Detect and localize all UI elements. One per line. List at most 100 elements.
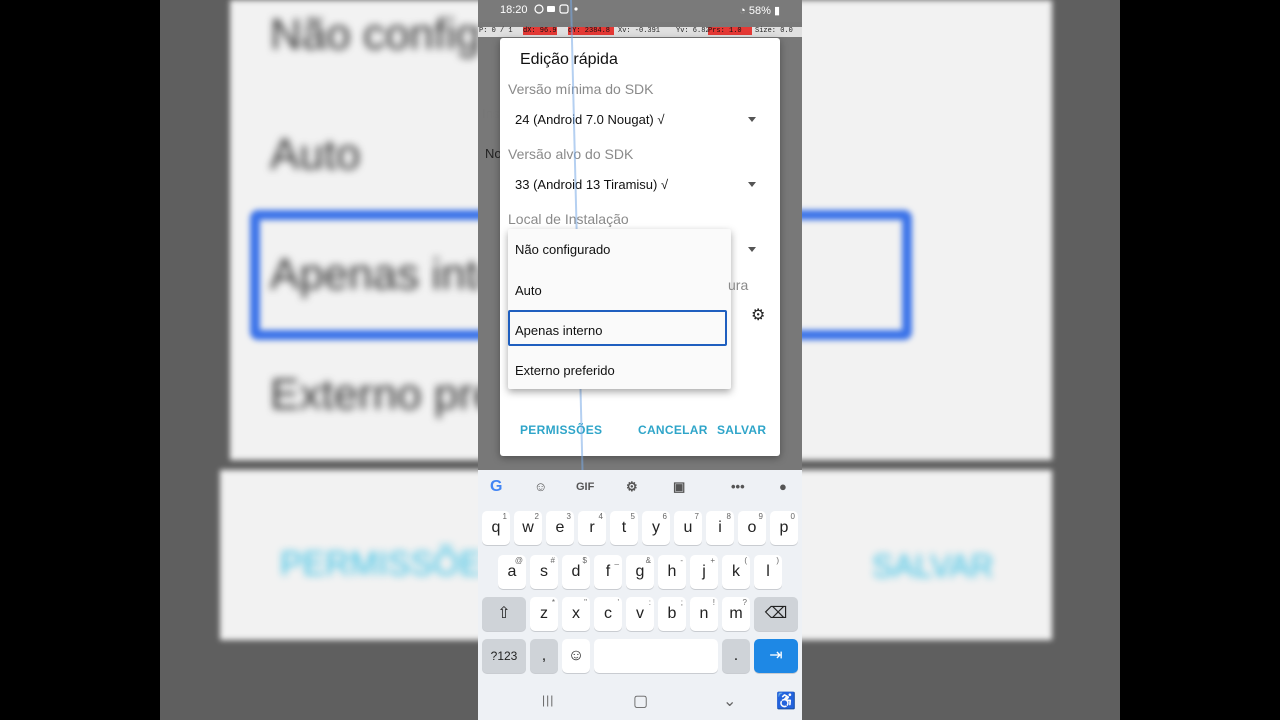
gif-button[interactable]: GIF: [576, 481, 594, 493]
key-i[interactable]: i8: [706, 511, 734, 545]
sticker-icon[interactable]: ☺: [534, 479, 547, 494]
chevron-down-icon[interactable]: [748, 247, 756, 252]
status-bar: 18:20 ◔ 58% ▮: [478, 0, 802, 22]
key-k[interactable]: k(: [722, 555, 750, 589]
key-f[interactable]: f _: [594, 555, 622, 589]
dropdown-option-selected[interactable]: Apenas interno: [515, 323, 602, 338]
key-z[interactable]: z *: [530, 597, 558, 631]
key-label: ,: [541, 647, 547, 664]
pointer-debug-overlay: P: 0 / 1 dX: 96.9 dY: 2384.8 Xv: -0.391 …: [478, 27, 802, 37]
key-t[interactable]: t5: [610, 511, 638, 545]
navigation-bar: ||| ▢ ⌄ ♿: [478, 684, 802, 720]
debug-p: P: 0 / 1: [479, 27, 513, 35]
recents-icon[interactable]: |||: [542, 693, 554, 707]
key-p[interactable]: p0: [770, 511, 798, 545]
key-hint: 2: [534, 512, 539, 521]
key-w[interactable]: w2: [514, 511, 542, 545]
key-label: u: [683, 519, 693, 536]
key-g[interactable]: g &: [626, 555, 654, 589]
behind-ins: Ins: [482, 106, 500, 121]
key-x[interactable]: x ": [562, 597, 590, 631]
key-s[interactable]: s #: [530, 555, 558, 589]
key-a[interactable]: a @: [498, 555, 526, 589]
key-y[interactable]: y6: [642, 511, 670, 545]
key-h[interactable]: h-: [658, 555, 686, 589]
keyboard-toolbar: G ☺ GIF ⚙ ▣ ••• ●: [478, 470, 802, 506]
period-key[interactable]: .: [722, 639, 750, 673]
key-label: w: [522, 519, 534, 536]
min-sdk-select[interactable]: 24 (Android 7.0 Nougat) √: [515, 112, 665, 127]
debug-prs: Prs: 1.0: [708, 27, 752, 35]
battery-text: 58%: [748, 5, 771, 17]
key-hint: 7: [694, 512, 699, 521]
key-j[interactable]: j +: [690, 555, 718, 589]
key-label: x: [572, 605, 580, 622]
key-hint: #: [550, 556, 555, 565]
key-q[interactable]: q1: [482, 511, 510, 545]
key-label: .: [733, 647, 739, 664]
permissions-button[interactable]: PERMISSÕES: [520, 423, 602, 437]
home-icon[interactable]: ▢: [633, 691, 648, 711]
target-sdk-select[interactable]: 33 (Android 13 Tiramisu) √: [515, 177, 668, 192]
key-label: j: [702, 563, 706, 580]
accessibility-icon[interactable]: ♿: [776, 691, 796, 711]
key-n[interactable]: n!: [690, 597, 718, 631]
save-button[interactable]: SALVAR: [717, 423, 766, 437]
enter-key[interactable]: ⇥: [754, 639, 798, 673]
background-text: SALVAR: [872, 548, 994, 584]
key-label: z: [540, 605, 548, 622]
key-c[interactable]: c ': [594, 597, 622, 631]
key-m[interactable]: m?: [722, 597, 750, 631]
status-right: ◔ 58% ▮: [739, 4, 780, 17]
translate-icon[interactable]: ▣: [673, 479, 685, 495]
key-d[interactable]: d $: [562, 555, 590, 589]
shift-key[interactable]: ⇧: [482, 597, 526, 631]
background-left: Não config Auto Apenas inter Externo pre…: [160, 0, 478, 720]
cancel-button[interactable]: CANCELAR: [638, 423, 708, 437]
key-o[interactable]: o9: [738, 511, 766, 545]
key-hint: 3: [566, 512, 571, 521]
key-label: ⇧: [497, 605, 511, 622]
key-label: ⇥: [769, 647, 783, 664]
chevron-down-icon[interactable]: [748, 117, 756, 122]
dropdown-option[interactable]: Auto: [515, 283, 542, 298]
key-hint: ': [617, 598, 619, 607]
chevron-down-icon[interactable]: [748, 182, 756, 187]
dropdown-option[interactable]: Externo preferido: [515, 363, 615, 378]
back-icon[interactable]: ⌄: [723, 691, 736, 711]
key-label: n: [699, 605, 709, 622]
key-label: f: [605, 563, 611, 580]
key-label: r: [589, 519, 595, 536]
key-label: ?123: [490, 649, 518, 663]
key-label: o: [747, 519, 757, 536]
key-label: m: [729, 605, 743, 622]
key-e[interactable]: e3: [546, 511, 574, 545]
key-r[interactable]: r4: [578, 511, 606, 545]
dropdown-option[interactable]: Não configurado: [515, 242, 610, 257]
settings-icon[interactable]: ⚙: [626, 479, 638, 495]
backspace-key[interactable]: ⌫: [754, 597, 798, 631]
key-hint: +: [710, 556, 715, 565]
google-icon[interactable]: G: [490, 478, 502, 496]
symbols-key[interactable]: ?123: [482, 639, 526, 673]
status-time: 18:20: [500, 4, 528, 16]
key-b[interactable]: b;: [658, 597, 686, 631]
key-label: q: [491, 519, 501, 536]
space-key[interactable]: [594, 639, 718, 673]
comma-key[interactable]: ,: [530, 639, 558, 673]
key-u[interactable]: u7: [674, 511, 702, 545]
emoji-key[interactable]: ☺: [562, 639, 590, 673]
more-icon[interactable]: •••: [731, 479, 745, 494]
background-text: Externo pref: [270, 370, 478, 419]
key-hint: ): [776, 556, 779, 565]
key-label: ☺: [567, 647, 585, 664]
gear-icon[interactable]: ⚙: [751, 305, 765, 325]
key-hint: ;: [680, 598, 683, 607]
key-label: ⌫: [764, 605, 788, 622]
key-hint: :: [648, 598, 651, 607]
key-l[interactable]: l): [754, 555, 782, 589]
key-hint: 9: [758, 512, 763, 521]
mic-icon[interactable]: ●: [779, 479, 787, 494]
install-location-label: Local de Instalação: [508, 211, 629, 227]
key-v[interactable]: v:: [626, 597, 654, 631]
